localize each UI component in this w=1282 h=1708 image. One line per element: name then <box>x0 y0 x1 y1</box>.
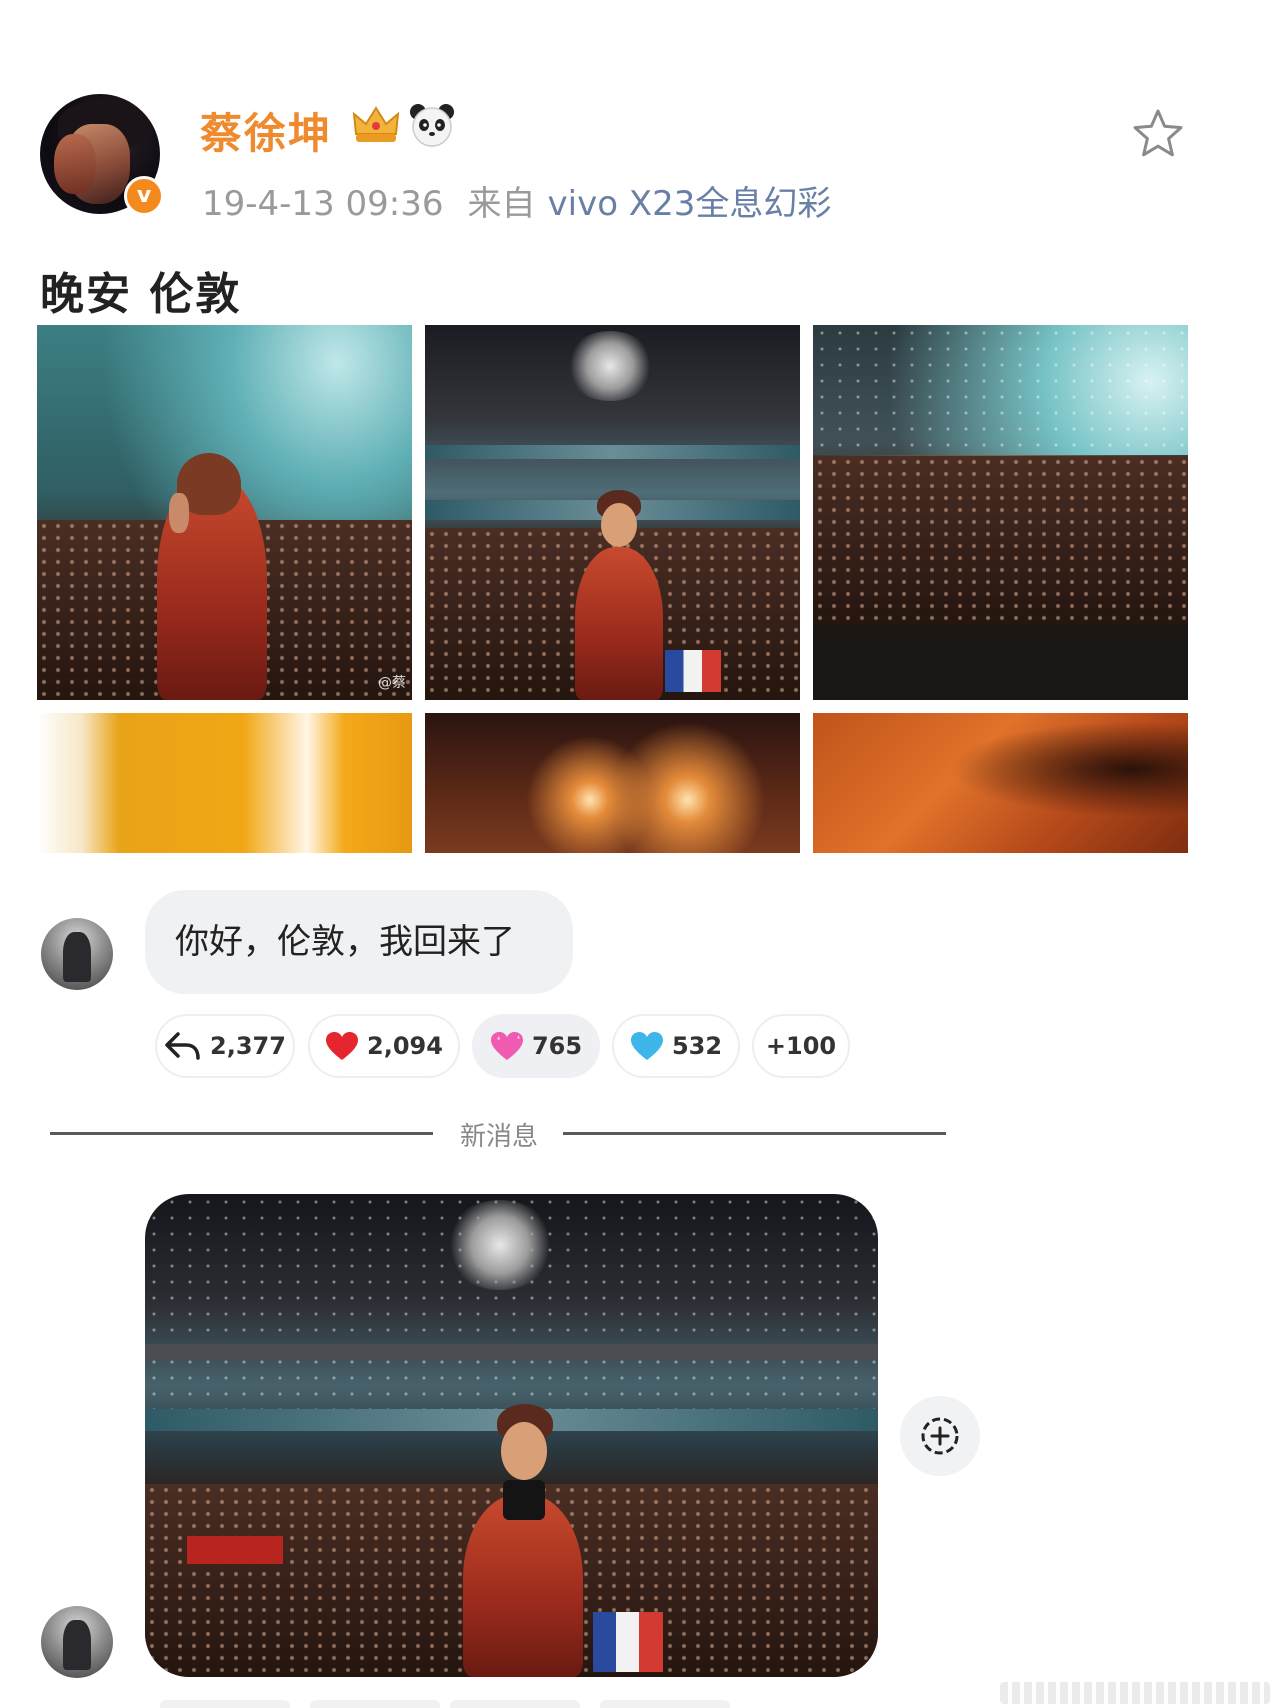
reaction-reply[interactable]: 2,377 <box>155 1014 295 1078</box>
post-from-label: 来自 <box>467 184 536 224</box>
reaction-count: 2,094 <box>367 1032 443 1060</box>
post-photo-1[interactable]: @蔡 <box>37 325 412 700</box>
reaction-count: 765 <box>531 1032 583 1060</box>
reaction-count: +100 <box>765 1032 837 1060</box>
post-photo-2[interactable] <box>425 325 800 700</box>
divider-line-left <box>50 1132 433 1135</box>
pink-heart-icon <box>490 1032 523 1060</box>
post-source-link[interactable]: vivo X23全息幻彩 <box>548 184 832 224</box>
crown-icon <box>352 106 400 142</box>
reaction-stub <box>160 1700 290 1708</box>
reaction-stub <box>600 1700 730 1708</box>
blue-heart-icon <box>630 1032 663 1060</box>
post-photo-6[interactable] <box>813 713 1188 853</box>
panda-icon <box>410 104 454 147</box>
post-timestamp: 19-4-13 09:36 <box>202 184 444 224</box>
image-message[interactable] <box>145 1194 878 1677</box>
reaction-count: 2,377 <box>210 1032 286 1060</box>
reaction-more[interactable]: +100 <box>752 1014 850 1078</box>
verified-badge-icon: v <box>124 176 164 216</box>
comment-bubble[interactable]: 你好，伦敦，我回来了 <box>145 890 573 994</box>
post-meta: 19-4-13 09:36 来自 vivo X23全息幻彩 <box>202 176 831 225</box>
favorite-star-icon[interactable] <box>1130 106 1186 162</box>
commenter-avatar[interactable] <box>41 1606 113 1678</box>
post-photo-5[interactable] <box>425 713 800 853</box>
reaction-stub <box>450 1700 580 1708</box>
commenter-avatar[interactable] <box>41 918 113 990</box>
reaction-blue-heart[interactable]: 532 <box>612 1014 740 1078</box>
post-photo-3[interactable] <box>813 325 1188 700</box>
add-reaction-button[interactable] <box>900 1396 980 1476</box>
post-text: 晚安 伦敦 <box>40 269 242 320</box>
reaction-red-heart[interactable]: 2,094 <box>308 1014 460 1078</box>
weibo-watermark: @蔡 <box>378 675 406 691</box>
post-photo-4[interactable] <box>37 713 412 853</box>
add-reaction-icon <box>921 1417 959 1455</box>
new-messages-divider: 新消息 <box>460 1122 539 1152</box>
red-heart-icon <box>326 1032 359 1060</box>
author-avatar[interactable]: v <box>40 94 164 216</box>
weibo-post-screen: v 蔡徐坤 19-4-13 09:36 来自 vivo X23全息幻彩 晚安 伦敦 … <box>0 0 1282 1708</box>
divider-line-right <box>563 1132 946 1135</box>
author-name[interactable]: 蔡徐坤 <box>200 100 332 161</box>
reaction-count: 532 <box>671 1032 723 1060</box>
watermark-logo <box>1000 1682 1270 1704</box>
reply-arrow-icon <box>165 1032 200 1060</box>
reaction-pink-heart[interactable]: 765 <box>472 1014 600 1078</box>
reaction-stub <box>310 1700 440 1708</box>
